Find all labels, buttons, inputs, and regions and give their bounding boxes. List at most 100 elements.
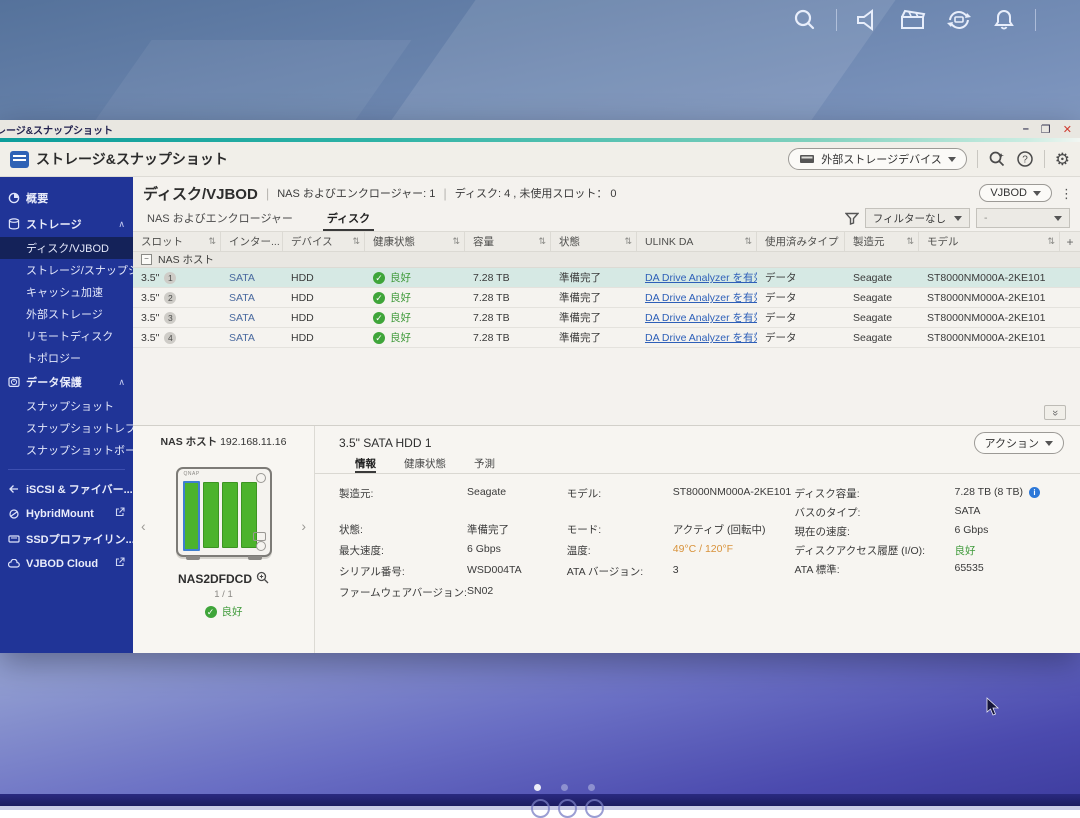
- filter-secondary-select[interactable]: -: [976, 208, 1070, 228]
- dock-icon[interactable]: [585, 799, 604, 818]
- da-drive-analyzer-link[interactable]: DA Drive Analyzer を有効化: [645, 270, 757, 285]
- disk-capacity-value: 7.28 TB (8 TB)i: [955, 486, 1071, 498]
- dock-icon[interactable]: [558, 799, 577, 818]
- column-ulink[interactable]: ULINK DA⇅: [637, 232, 757, 251]
- column-slot[interactable]: スロット⇅: [133, 232, 221, 251]
- media-icon[interactable]: [899, 8, 927, 32]
- help-icon[interactable]: ?: [1016, 150, 1034, 168]
- table-row[interactable]: 3.5"1 SATA HDD ✓良好 7.28 TB 準備完了 DA Drive…: [133, 268, 1080, 288]
- backup-sync-icon[interactable]: [945, 7, 973, 33]
- da-drive-analyzer-link[interactable]: DA Drive Analyzer を有効化: [645, 310, 757, 325]
- sort-icon[interactable]: ⇅: [906, 236, 914, 247]
- drive-bay-3[interactable]: [222, 482, 238, 548]
- sort-icon[interactable]: ⇅: [538, 236, 546, 247]
- tab-prediction[interactable]: 予測: [474, 456, 495, 473]
- sort-icon[interactable]: ⇅: [1047, 236, 1055, 247]
- sidebar-item-storage-snapshots[interactable]: ストレージ/スナップショ...: [0, 259, 133, 281]
- da-drive-analyzer-link[interactable]: DA Drive Analyzer を有効化: [645, 290, 757, 305]
- notifications-bell-icon[interactable]: [991, 7, 1017, 33]
- table-row[interactable]: 3.5"2 SATA HDD ✓良好 7.28 TB 準備完了 DA Drive…: [133, 288, 1080, 308]
- tab-nas-enclosure[interactable]: NAS およびエンクロージャー: [143, 207, 297, 231]
- sidebar-item-snapshot-vault[interactable]: スナップショットボールト: [0, 439, 133, 461]
- drive-bay-2[interactable]: [203, 482, 219, 548]
- column-manufacturer[interactable]: 製造元⇅: [845, 232, 919, 251]
- column-device[interactable]: デバイス⇅: [283, 232, 365, 251]
- filter-select[interactable]: フィルターなし: [865, 208, 970, 228]
- column-health[interactable]: 健康状態⇅: [365, 232, 465, 251]
- close-button[interactable]: ✕: [1063, 123, 1072, 136]
- column-capacity[interactable]: 容量⇅: [465, 232, 551, 251]
- sort-icon[interactable]: ⇅: [208, 236, 216, 247]
- sidebar-section-storage[interactable]: ストレージ ∧: [0, 211, 133, 237]
- prev-enclosure-chevron[interactable]: ‹: [141, 518, 146, 534]
- page-dot[interactable]: [534, 784, 541, 791]
- svg-text:?: ?: [1022, 155, 1028, 166]
- window-titlebar[interactable]: ストレージ&スナップショット – ❐ ✕: [0, 120, 1080, 138]
- nas-port: [253, 532, 266, 541]
- chevron-up-icon: ∧: [118, 377, 125, 388]
- minimize-button[interactable]: –: [1023, 123, 1029, 135]
- tab-disks[interactable]: ディスク: [323, 207, 374, 231]
- mode-value: アクティブ (回転中): [673, 522, 793, 537]
- sort-icon[interactable]: ⇅: [744, 236, 752, 247]
- ata-standard-value: 65535: [955, 562, 1071, 574]
- sidebar-item-snapshot-replica[interactable]: スナップショットレプリカ: [0, 417, 133, 439]
- dock-icon[interactable]: [531, 799, 550, 818]
- column-model[interactable]: モデル⇅: [919, 232, 1060, 251]
- gear-icon[interactable]: ⚙: [1055, 151, 1070, 168]
- disk-detail-tabs: 情報 健康状態 予測: [315, 454, 1080, 474]
- nas-illustration[interactable]: QNAP: [176, 467, 272, 557]
- add-column-button[interactable]: +: [1060, 232, 1080, 251]
- volume-icon[interactable]: [855, 8, 881, 32]
- next-enclosure-chevron[interactable]: ›: [301, 518, 306, 534]
- action-button[interactable]: アクション: [974, 432, 1064, 454]
- column-interface[interactable]: インター...⇅: [221, 232, 283, 251]
- drive-bay-1-selected[interactable]: [183, 481, 200, 551]
- sidebar-item-external-storage[interactable]: 外部ストレージ: [0, 303, 133, 325]
- sidebar-divider: [8, 469, 125, 470]
- external-link-icon: [115, 557, 125, 570]
- vjbod-button[interactable]: VJBOD: [979, 184, 1052, 202]
- table-row[interactable]: 3.5"3 SATA HDD ✓良好 7.28 TB 準備完了 DA Drive…: [133, 308, 1080, 328]
- da-drive-analyzer-link[interactable]: DA Drive Analyzer を有効化: [645, 330, 757, 345]
- sidebar-item-remote-disk[interactable]: リモートディスク: [0, 325, 133, 347]
- main-content: ディスク/VJBOD | NAS およびエンクロージャー: 1 | ディスク: …: [133, 177, 1080, 653]
- tray-divider: [836, 9, 837, 31]
- page-dot[interactable]: [588, 784, 595, 791]
- sort-icon[interactable]: ⇅: [452, 236, 460, 247]
- more-options-icon[interactable]: ⋮: [1060, 189, 1070, 198]
- detail-panel: NAS ホスト 192.168.11.16 ‹ › QNAP: [133, 425, 1080, 653]
- tab-health[interactable]: 健康状態: [404, 456, 446, 473]
- sidebar-item-overview[interactable]: 概要: [0, 185, 133, 211]
- sidebar-item-snapshot[interactable]: スナップショット: [0, 395, 133, 417]
- column-used-type[interactable]: 使用済みタイプ: [757, 232, 845, 251]
- sidebar-link-vjbod-cloud[interactable]: VJBOD Cloud: [0, 551, 133, 576]
- sidebar-link-hybridmount[interactable]: HybridMount: [0, 501, 133, 526]
- search-icon[interactable]: [792, 7, 818, 33]
- table-group-nas-host[interactable]: − NAS ホスト: [133, 252, 1080, 268]
- zoom-magnifier-icon[interactable]: [256, 571, 269, 587]
- sidebar-section-data-protection[interactable]: データ保護 ∧: [0, 369, 133, 395]
- collapse-detail-button[interactable]: »: [1044, 405, 1066, 420]
- sidebar-link-ssd-profiling[interactable]: SSDプロファイリン...: [0, 526, 133, 551]
- sidebar-item-cache-acceleration[interactable]: キャッシュ加速: [0, 281, 133, 303]
- table-row[interactable]: 3.5"4 SATA HDD ✓良好 7.28 TB 準備完了 DA Drive…: [133, 328, 1080, 348]
- maximize-button[interactable]: ❐: [1041, 123, 1051, 136]
- filter-funnel-icon[interactable]: [845, 212, 859, 225]
- sort-icon[interactable]: ⇅: [352, 236, 360, 247]
- tab-information[interactable]: 情報: [355, 456, 376, 473]
- health-ok-icon: ✓: [373, 272, 385, 284]
- sidebar-item-disks-vjbod[interactable]: ディスク/VJBOD: [0, 237, 133, 259]
- page-dot[interactable]: [561, 784, 568, 791]
- info-icon[interactable]: i: [1029, 487, 1040, 498]
- global-search-icon[interactable]: [988, 150, 1006, 168]
- sidebar-link-iscsi[interactable]: iSCSI & ファイバー...: [0, 476, 133, 501]
- sidebar-item-topology[interactable]: トポロジー: [0, 347, 133, 369]
- ata-version-value: 3: [673, 564, 793, 576]
- external-storage-device-button[interactable]: 外部ストレージデバイス: [788, 148, 966, 170]
- current-speed-value: 6 Gbps: [955, 524, 1071, 536]
- sort-icon[interactable]: ⇅: [624, 236, 632, 247]
- collapse-group-icon[interactable]: −: [141, 254, 152, 265]
- column-status[interactable]: 状態⇅: [551, 232, 637, 251]
- sidebar: 概要 ストレージ ∧ ディスク/VJBOD ストレージ/スナップショ... キャ…: [0, 177, 133, 653]
